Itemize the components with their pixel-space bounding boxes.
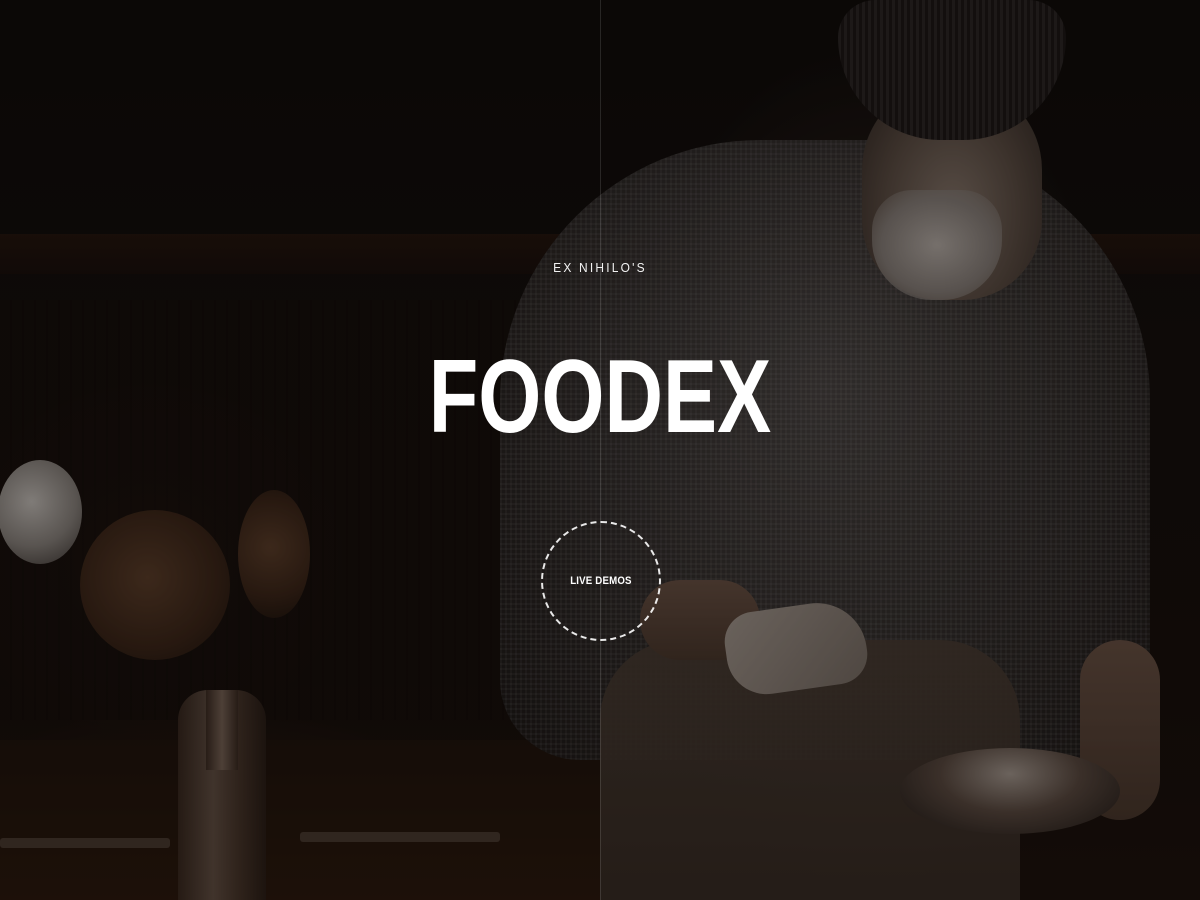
- hero-section: EX NIHILO'S FOODEX LIVE DEMOS: [0, 0, 1200, 900]
- wine-bottle: [178, 690, 266, 900]
- background-pan: [0, 460, 82, 564]
- background-counter: [0, 740, 600, 900]
- chef-beard: [872, 190, 1002, 300]
- chef-arm: [1080, 640, 1160, 820]
- kitchen-towel: [720, 596, 872, 700]
- wine-bottle-neck: [206, 690, 238, 770]
- chef-apron: [600, 640, 1020, 900]
- hero-subtitle: EX NIHILO'S: [553, 260, 647, 275]
- background-pan: [238, 490, 310, 618]
- food-bowl: [900, 748, 1120, 834]
- live-demos-label: LIVE DEMOS: [570, 575, 632, 587]
- live-demos-button[interactable]: LIVE DEMOS: [541, 521, 661, 641]
- background-pan: [80, 510, 230, 660]
- counter-handle: [300, 832, 500, 842]
- counter-handle: [0, 838, 170, 848]
- hero-title: FOODEX: [428, 339, 772, 455]
- chef-beanie: [838, 0, 1066, 140]
